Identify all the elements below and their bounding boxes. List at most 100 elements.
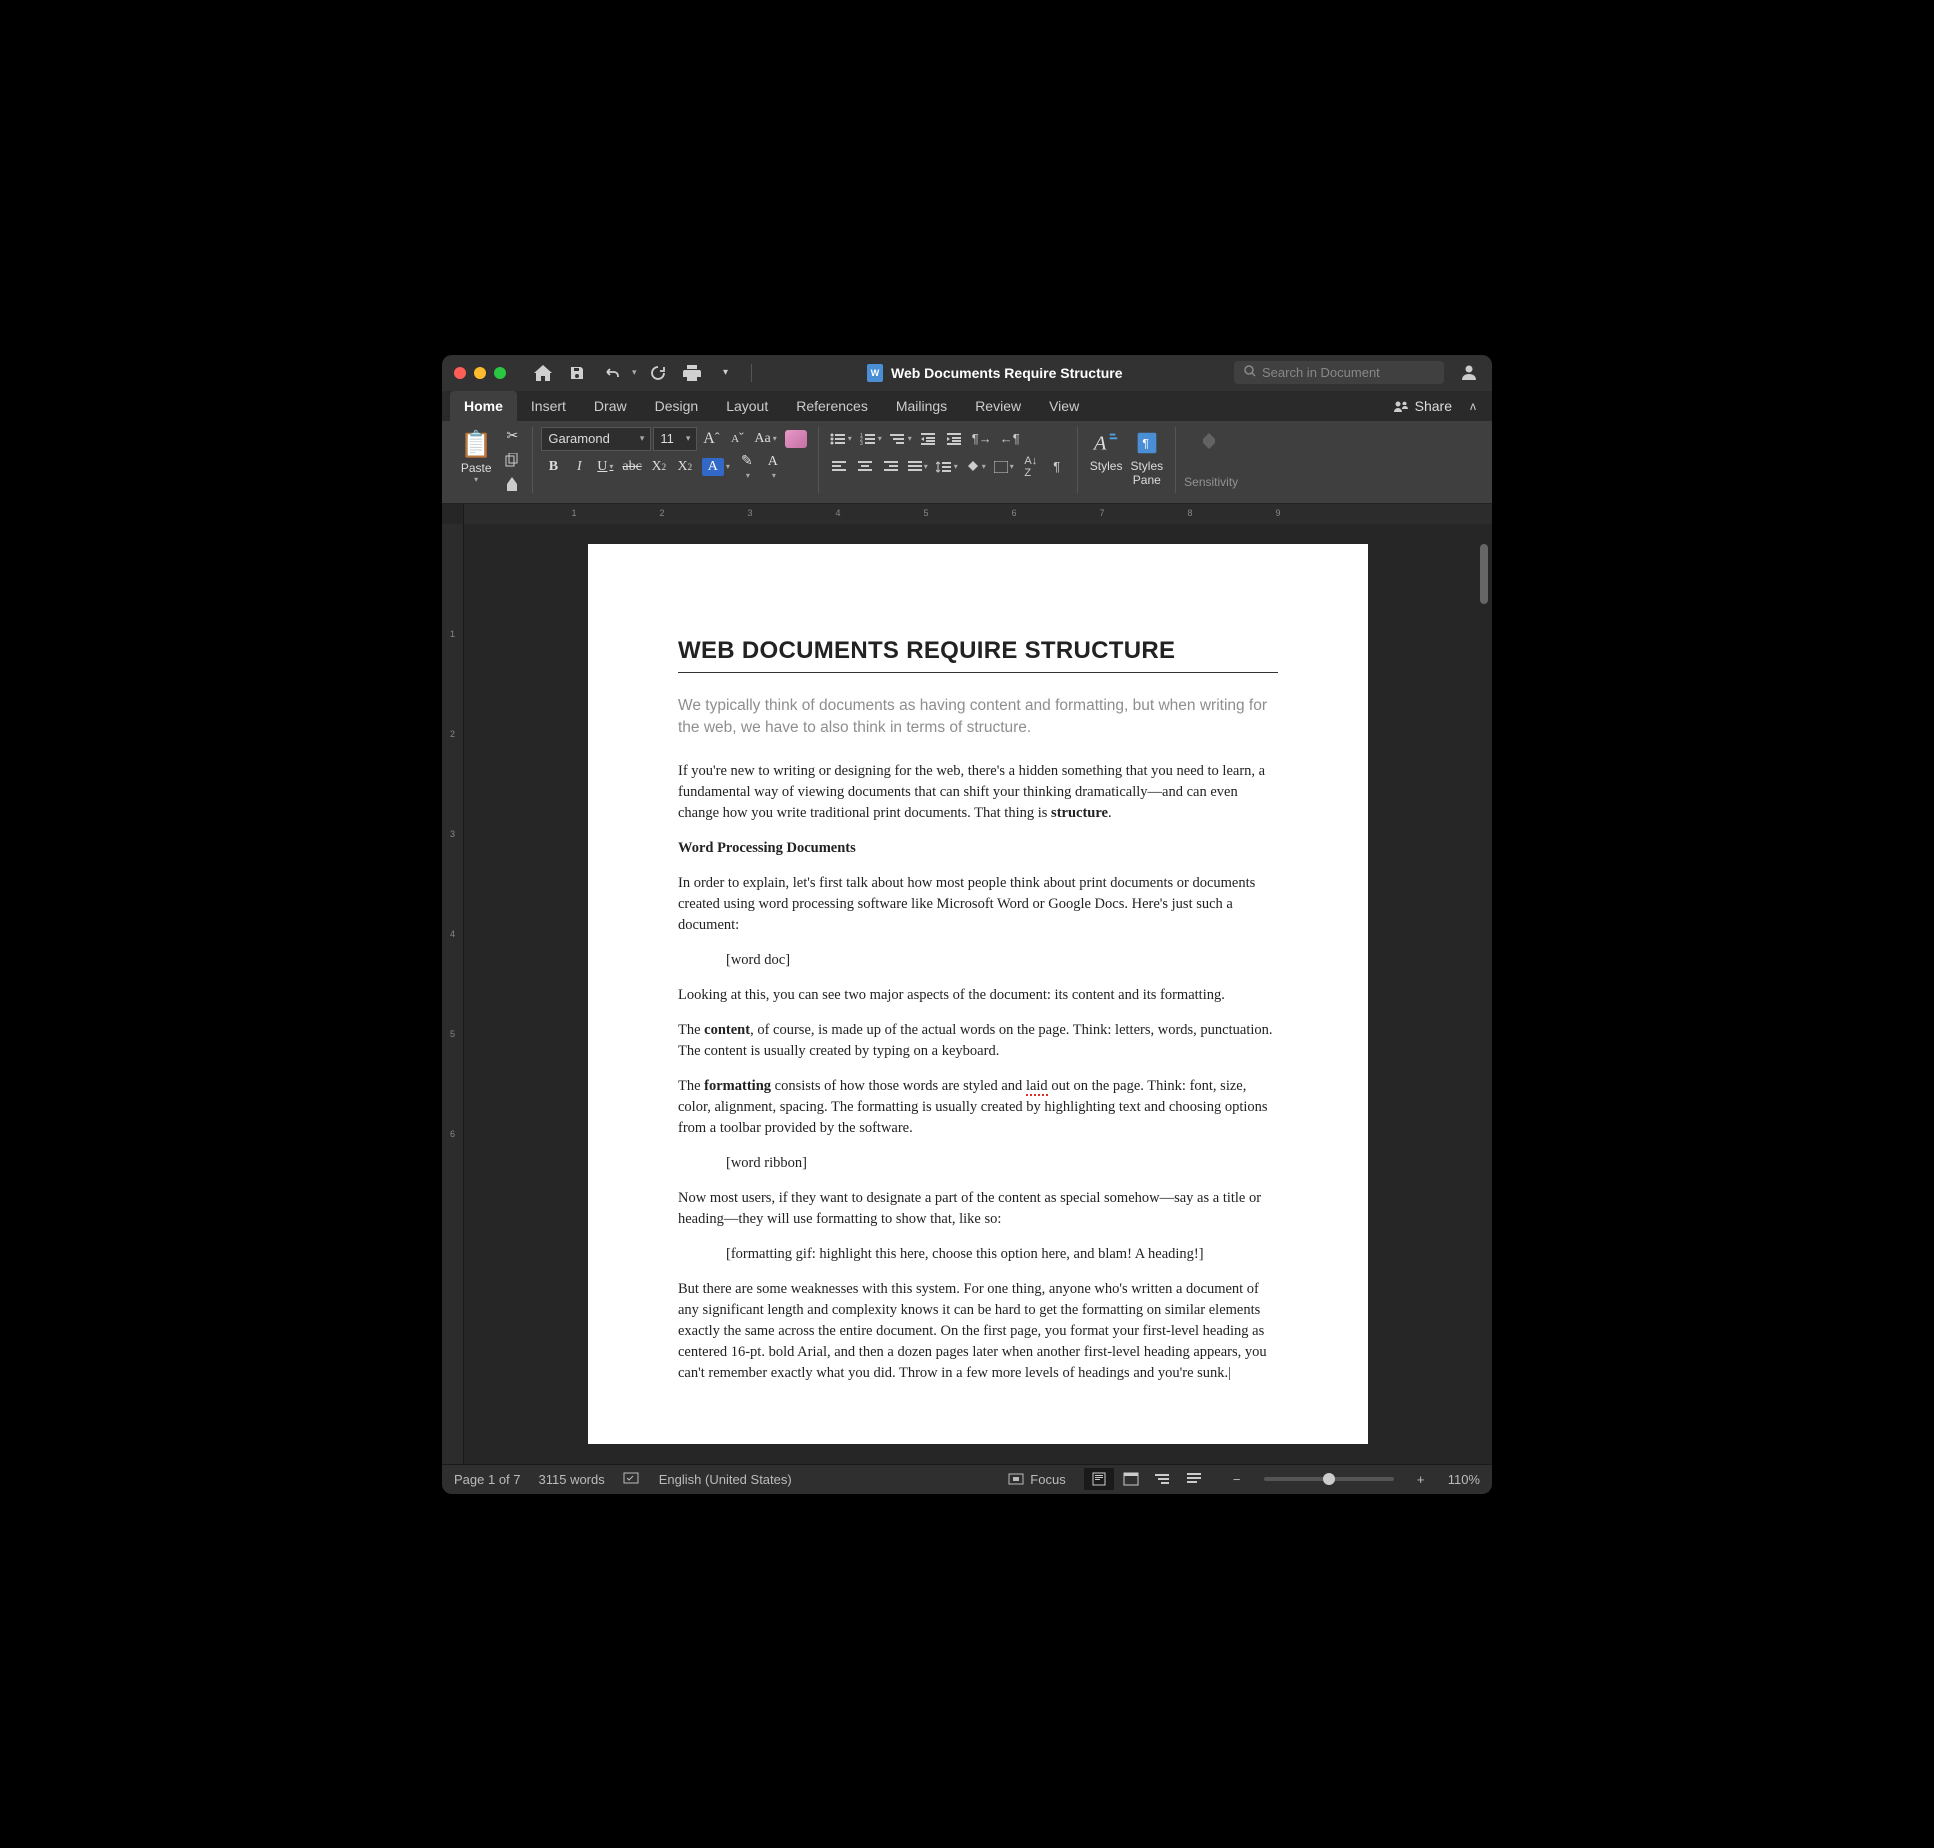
page-viewport[interactable]: WEB DOCUMENTS REQUIRE STRUCTURE We typic…	[464, 524, 1492, 1464]
close-window-button[interactable]	[454, 367, 466, 379]
subscript-button[interactable]: X2	[647, 455, 671, 479]
outline-view-button[interactable]	[1148, 1468, 1178, 1490]
document-title: Web Documents Require Structure	[891, 365, 1123, 381]
web-layout-view-button[interactable]	[1116, 1468, 1146, 1490]
text-direction-ltr-button[interactable]: ¶→	[969, 427, 995, 451]
zoom-percent[interactable]: 110%	[1448, 1472, 1480, 1487]
highlight-color-button[interactable]: ✎	[735, 455, 759, 479]
print-button[interactable]	[679, 360, 705, 386]
paste-button[interactable]: 📋 Paste ▾	[458, 427, 494, 493]
share-label: Share	[1415, 398, 1452, 414]
styles-label: Styles	[1090, 459, 1123, 473]
document-title-area: W Web Documents Require Structure	[764, 364, 1226, 382]
page-info[interactable]: Page 1 of 7	[454, 1472, 521, 1487]
line-spacing-button[interactable]	[933, 455, 961, 479]
spellcheck-button[interactable]	[623, 1472, 641, 1486]
word-window: ▾ ▾ W Web Documents Require Structure Se…	[442, 355, 1492, 1494]
format-painter-button[interactable]	[500, 475, 524, 493]
decrease-font-size-button[interactable]: Aˇ	[725, 427, 749, 451]
align-left-button[interactable]	[827, 455, 851, 479]
shading-button[interactable]	[963, 455, 989, 479]
share-button[interactable]: Share	[1383, 391, 1462, 421]
tab-label: Review	[975, 398, 1021, 414]
zoom-slider-thumb[interactable]	[1323, 1473, 1335, 1485]
align-center-button[interactable]	[853, 455, 877, 479]
zoom-out-button[interactable]: −	[1228, 1472, 1246, 1487]
vertical-ruler[interactable]: 123456	[442, 524, 464, 1464]
bold-button[interactable]: B	[541, 455, 565, 479]
language-status[interactable]: English (United States)	[659, 1472, 792, 1487]
justify-button[interactable]	[905, 455, 931, 479]
word-count[interactable]: 3115 words	[539, 1472, 605, 1487]
print-layout-view-button[interactable]	[1084, 1468, 1114, 1490]
align-right-button[interactable]	[879, 455, 903, 479]
doc-paragraph: The content, of course, is made up of th…	[678, 1020, 1278, 1062]
focus-mode-button[interactable]: Focus	[1008, 1472, 1065, 1487]
svg-text:A: A	[1092, 432, 1107, 454]
bullets-button[interactable]	[827, 427, 855, 451]
tab-insert[interactable]: Insert	[517, 391, 580, 421]
text-direction-rtl-button[interactable]: ←¶	[997, 427, 1023, 451]
ruler-tick-label: 6	[450, 1129, 455, 1139]
decrease-indent-button[interactable]	[917, 427, 941, 451]
ruler-tick-label: 1	[571, 508, 576, 518]
tab-references[interactable]: References	[782, 391, 882, 421]
ruler-tick-label: 3	[747, 508, 752, 518]
save-button[interactable]	[564, 360, 590, 386]
numbering-button[interactable]: 123	[857, 427, 885, 451]
ruler-tick-label: 7	[1099, 508, 1104, 518]
zoom-slider[interactable]	[1264, 1477, 1394, 1481]
tab-home[interactable]: Home	[450, 391, 517, 421]
account-user-icon[interactable]	[1460, 363, 1480, 383]
document-page[interactable]: WEB DOCUMENTS REQUIRE STRUCTURE We typic…	[588, 544, 1368, 1444]
copy-button[interactable]	[500, 451, 524, 469]
sort-button[interactable]: A↓Z	[1019, 455, 1043, 479]
zoom-in-button[interactable]: +	[1412, 1472, 1430, 1487]
tab-design[interactable]: Design	[641, 391, 713, 421]
strikethrough-button[interactable]: abc	[619, 455, 644, 479]
doc-paragraph: Now most users, if they want to designat…	[678, 1188, 1278, 1230]
font-color-button[interactable]: A	[761, 455, 785, 479]
styles-pane-button[interactable]: ¶ Styles Pane	[1126, 427, 1167, 489]
scrollbar-thumb[interactable]	[1480, 544, 1488, 604]
tab-review[interactable]: Review	[961, 391, 1035, 421]
minimize-window-button[interactable]	[474, 367, 486, 379]
undo-dropdown-icon[interactable]: ▾	[632, 367, 637, 378]
tab-draw[interactable]: Draw	[580, 391, 641, 421]
search-icon	[1244, 365, 1256, 380]
change-case-button[interactable]: Aa	[751, 427, 779, 451]
undo-button[interactable]	[598, 360, 624, 386]
tab-mailings[interactable]: Mailings	[882, 391, 961, 421]
tab-layout[interactable]: Layout	[712, 391, 782, 421]
doc-placeholder: [word doc]	[678, 950, 1278, 971]
show-paragraph-marks-button[interactable]: ¶	[1045, 455, 1069, 479]
increase-font-size-button[interactable]: Aˆ	[699, 427, 723, 451]
styles-gallery-button[interactable]: A Styles	[1086, 427, 1127, 475]
font-name-value: Garamond	[548, 431, 609, 446]
font-name-select[interactable]: Garamond ▾	[541, 427, 651, 451]
borders-button[interactable]	[991, 455, 1017, 479]
superscript-button[interactable]: X2	[673, 455, 697, 479]
horizontal-ruler[interactable]: 123456789	[464, 504, 1492, 524]
customize-qat-button[interactable]: ▾	[713, 360, 739, 386]
font-size-select[interactable]: 11 ▾	[653, 427, 697, 451]
search-input[interactable]: Search in Document	[1234, 361, 1444, 384]
text-effects-button[interactable]: A	[699, 455, 733, 479]
collapse-ribbon-button[interactable]: ʌ	[1462, 391, 1484, 421]
underline-button[interactable]: U	[593, 455, 617, 479]
fullscreen-window-button[interactable]	[494, 367, 506, 379]
tab-view[interactable]: View	[1035, 391, 1093, 421]
home-icon[interactable]	[530, 360, 556, 386]
redo-button[interactable]	[645, 360, 671, 386]
clear-formatting-button[interactable]	[782, 427, 810, 451]
draft-view-button[interactable]	[1180, 1468, 1210, 1490]
styles-pane-label: Styles Pane	[1130, 459, 1163, 487]
italic-button[interactable]: I	[567, 455, 591, 479]
focus-label: Focus	[1030, 1472, 1065, 1487]
sensitivity-label: Sensitivity	[1184, 475, 1238, 489]
cut-button[interactable]: ✂	[500, 427, 524, 445]
increase-indent-button[interactable]	[943, 427, 967, 451]
multilevel-list-button[interactable]	[887, 427, 915, 451]
ribbon-tabs: Home Insert Draw Design Layout Reference…	[442, 391, 1492, 421]
ruler-tick-label: 2	[659, 508, 664, 518]
